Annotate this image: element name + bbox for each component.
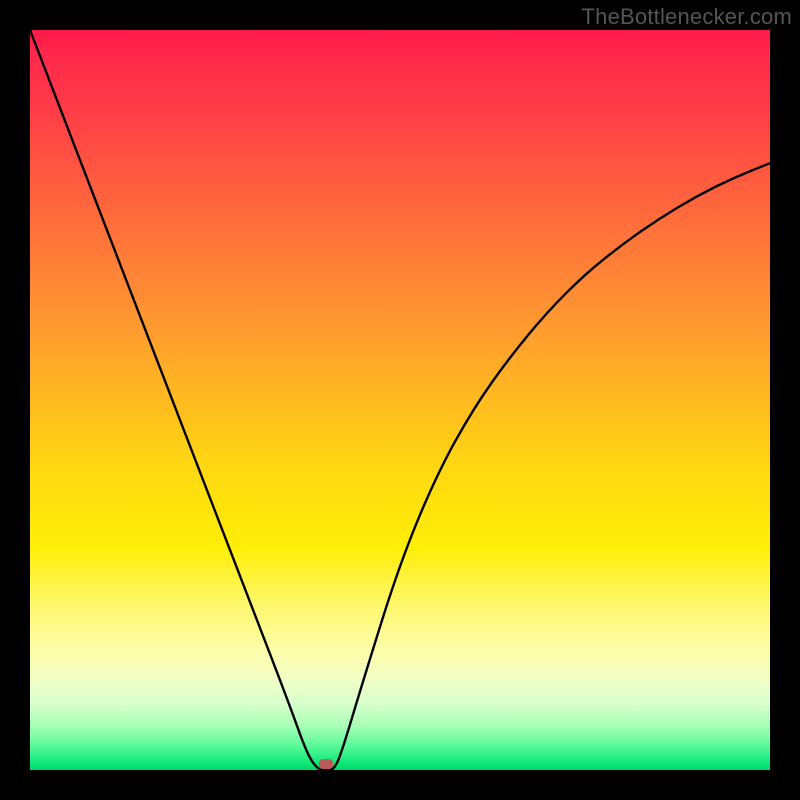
minimum-marker xyxy=(319,759,333,769)
bottleneck-curve xyxy=(30,30,770,770)
chart-svg xyxy=(30,30,770,770)
chart-container: TheBottlenecker.com xyxy=(0,0,800,800)
watermark-text: TheBottlenecker.com xyxy=(582,4,792,30)
plot-area xyxy=(30,30,770,770)
